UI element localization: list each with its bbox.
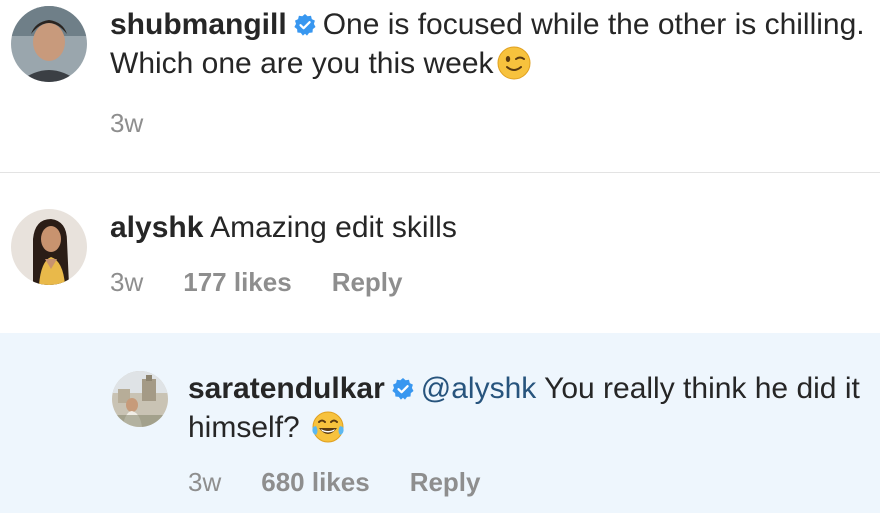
mention-link[interactable]: @alyshk <box>421 372 537 405</box>
profile-photo <box>11 209 87 285</box>
face-with-tears-of-joy-icon <box>312 411 344 443</box>
profile-photo <box>11 6 87 82</box>
avatar[interactable] <box>11 6 87 82</box>
comment-saratendulkar: saratendulkar @alyshk You really think he… <box>0 333 880 513</box>
reply-button[interactable]: Reply <box>332 267 403 298</box>
timestamp: 3w <box>110 108 144 138</box>
comment-meta: 3w 680 likes Reply <box>188 467 521 498</box>
comment-text: Amazing edit skills <box>210 211 457 244</box>
comment-text-block: shubmangill One is focused while the othe… <box>110 5 870 83</box>
verified-badge-icon <box>294 14 316 36</box>
comment-shubmangill: shubmangill One is focused while the othe… <box>0 0 880 172</box>
avatar[interactable] <box>11 209 87 285</box>
verified-badge-icon <box>392 378 414 400</box>
profile-photo <box>112 371 168 427</box>
timestamp: 3w <box>188 467 222 497</box>
comment-meta: 3w 177 likes Reply <box>110 267 443 298</box>
comment-alyshk: alyshk Amazing edit skills 3w 177 likes … <box>0 173 880 333</box>
reply-button[interactable]: Reply <box>410 467 481 498</box>
avatar[interactable] <box>112 371 168 427</box>
likes-count[interactable]: 680 likes <box>261 467 369 498</box>
comment-text-block: saratendulkar @alyshk You really think he… <box>188 369 868 447</box>
likes-count[interactable]: 177 likes <box>183 267 291 298</box>
username[interactable]: shubmangill <box>110 8 287 41</box>
comment-meta: 3w <box>110 108 183 139</box>
username[interactable]: alyshk <box>110 211 203 244</box>
comment-text-block: alyshk Amazing edit skills <box>110 208 870 247</box>
winking-face-icon <box>497 46 531 80</box>
username[interactable]: saratendulkar <box>188 372 385 405</box>
timestamp: 3w <box>110 267 144 297</box>
